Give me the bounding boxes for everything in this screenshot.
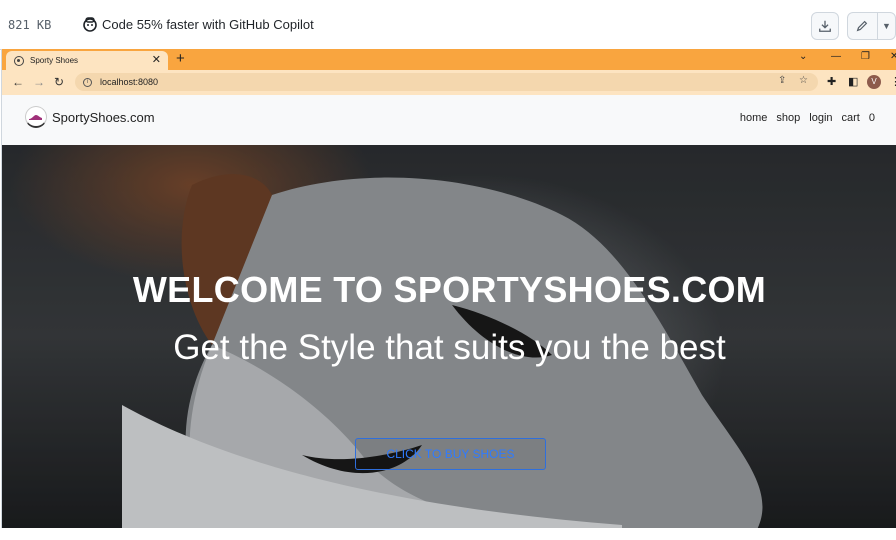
browser-tab[interactable]: Sporty Shoes ✕ [6,51,168,70]
hero-subtitle: Get the Style that suits you the best [173,328,726,367]
close-tab-icon[interactable]: ✕ [152,53,161,66]
browser-screenshot: Sporty Shoes ✕ + ⌄ — ❐ ✕ ← → ↻ i localho… [1,49,896,528]
new-tab-icon[interactable]: + [176,50,185,67]
brand-logo [25,106,47,128]
address-bar[interactable]: i localhost:8080 ⇪ ☆ [75,73,818,91]
share-icon[interactable]: ⇪ [778,75,786,86]
site-navbar: SportyShoes.com home shop login cart 0 [2,95,896,145]
shoe-logo-icon [29,114,42,120]
copilot-promo-text: Code 55% faster with GitHub Copilot [102,16,314,32]
browser-toolbar: ← → ↻ i localhost:8080 ⇪ ☆ ✚ ◧ V ⋮ [2,70,896,95]
copilot-icon [83,17,97,32]
info-icon[interactable]: i [83,77,92,87]
tab-search-icon[interactable]: ⌄ [799,51,807,62]
menu-icon[interactable]: ⋮ [890,75,896,88]
tab-strip: Sporty Shoes ✕ + ⌄ — ❐ ✕ [2,49,896,70]
github-file-header: 821 KB Code 55% faster with GitHub Copil… [0,0,896,50]
buy-shoes-button[interactable]: CLICK TO BUY SHOES [355,438,546,470]
pencil-icon [856,20,868,32]
forward-icon[interactable]: → [33,75,45,89]
download-raw-button[interactable] [811,12,839,40]
brand-name: SportyShoes.com [52,109,155,125]
tab-title: Sporty Shoes [30,56,79,65]
edit-file-button[interactable]: ▼ [847,12,896,40]
bookmark-star-icon[interactable]: ☆ [799,75,808,86]
nav-login-link[interactable]: login [809,112,832,124]
extensions-icon[interactable]: ✚ [827,75,836,88]
hero-title: WELCOME TO SPORTYSHOES.COM [132,269,767,310]
chevron-down-icon[interactable]: ▼ [882,21,891,31]
minimize-icon[interactable]: — [831,51,841,62]
copilot-promo-link[interactable]: Code 55% faster with GitHub Copilot [82,16,314,32]
close-window-icon[interactable]: ✕ [890,51,896,62]
nav-home-link[interactable]: home [740,112,768,124]
cart-count: 0 [868,112,875,124]
hero-section: WELCOME TO SPORTYSHOES.COM Get the Style… [2,145,896,528]
profile-avatar[interactable]: V [867,75,881,89]
back-icon[interactable]: ← [12,75,24,89]
button-divider [877,12,878,40]
restore-icon[interactable]: ❐ [861,51,870,62]
reload-icon[interactable]: ↻ [54,75,64,89]
nav-shop-link[interactable]: shop [776,112,800,124]
download-icon [819,20,831,32]
file-size: 821 KB [8,18,52,32]
brand-link[interactable]: SportyShoes.com [25,106,155,128]
globe-icon [14,55,24,66]
side-panel-icon[interactable]: ◧ [848,75,858,88]
url-text: localhost:8080 [100,77,159,87]
nav-links: home shop login cart 0 [740,112,875,124]
nav-cart-link[interactable]: cart [842,112,860,124]
